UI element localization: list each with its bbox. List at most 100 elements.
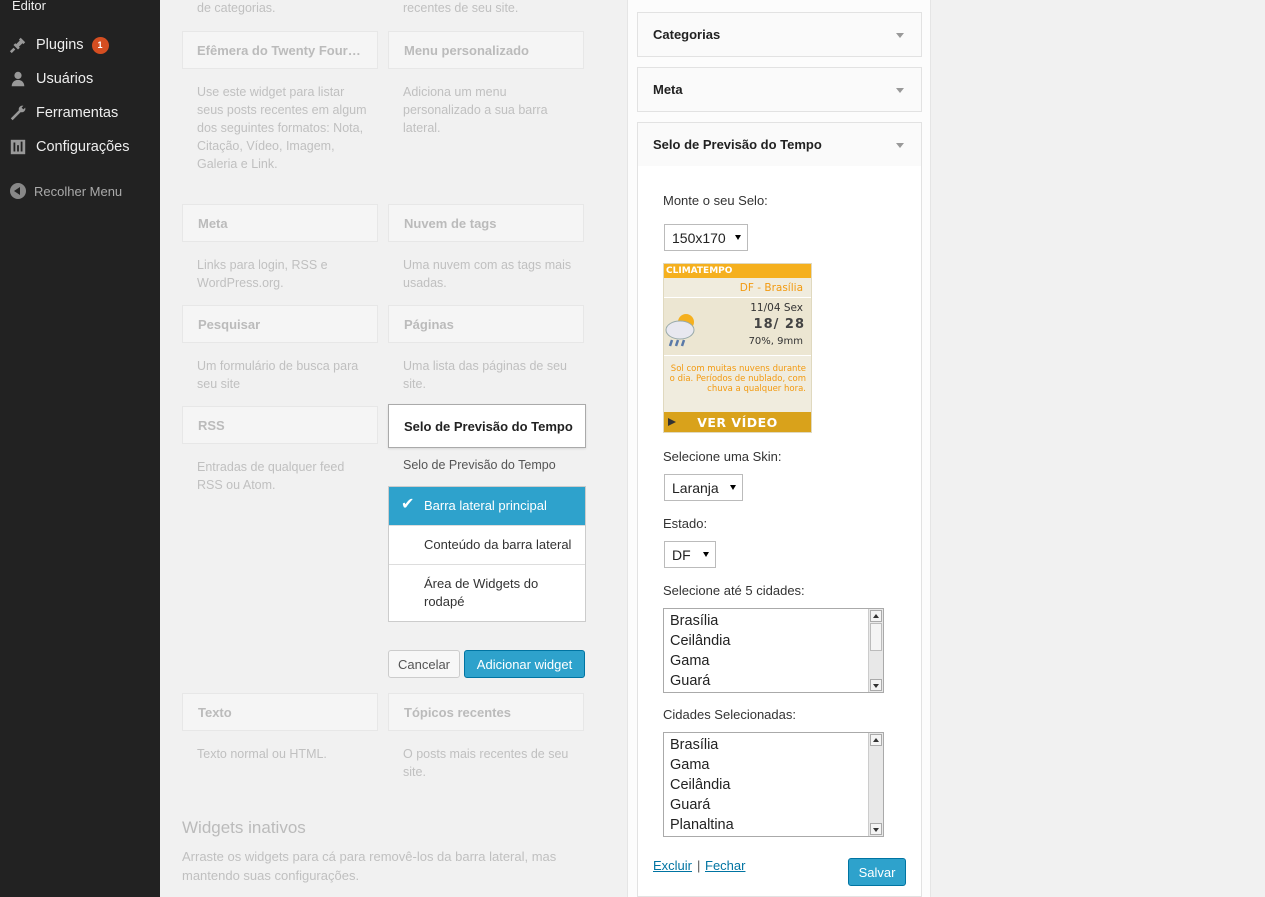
list-item[interactable]: Guará (664, 671, 883, 691)
widget-desc: recentes de seu site. (403, 1, 519, 15)
selected-cities-label: Cidades Selecionadas: (663, 707, 796, 722)
menu-editor-label[interactable]: Editor (12, 0, 46, 13)
scrollbar[interactable] (868, 733, 883, 836)
add-widget-button[interactable]: Adicionar widget (464, 650, 585, 678)
settings-icon (0, 138, 36, 156)
scroll-thumb[interactable] (870, 623, 882, 651)
skin-select[interactable]: Laranja (664, 474, 743, 501)
cities-label: Selecione até 5 cidades: (663, 583, 805, 598)
sidebar-widget-selo[interactable]: Selo de Previsão do Tempo (637, 122, 922, 167)
menu-item-settings[interactable]: Configurações (0, 130, 160, 164)
admin-menu: Editor Plugins 1 Usuários Ferramentas Co… (0, 0, 160, 897)
area-label: Conteúdo da barra lateral (424, 537, 572, 552)
size-select-value: 150x170 (672, 229, 726, 246)
widget-title: Nuvem de tags (404, 216, 497, 231)
widget-desc: Um formulário de busca para seu site (197, 359, 359, 391)
sidebar-widget-meta[interactable]: Meta (637, 67, 922, 112)
menu-item-label: Plugins (36, 37, 84, 53)
widget-title: Categorias (653, 27, 721, 42)
scroll-up-icon[interactable] (870, 610, 882, 622)
size-select[interactable]: 150x170 (664, 224, 748, 251)
selected-cities-listbox[interactable]: Brasília Gama Ceilândia Guará Planaltina (663, 732, 884, 837)
weather-city: DF - Brasília (664, 278, 811, 298)
weather-date: 11/04 Sex (750, 302, 803, 314)
chooser-area-item[interactable]: Conteúdo da barra lateral (389, 525, 585, 564)
weather-forecast: Sol com muitas nuvens durante o dia. Per… (669, 364, 806, 394)
video-label: VER VÍDEO (697, 415, 778, 430)
plugin-icon (0, 36, 36, 54)
chooser-area-item[interactable]: ✔ Barra lateral principal (389, 487, 585, 525)
list-item[interactable]: Planaltina (664, 815, 883, 835)
sidebar-widget-categorias[interactable]: Categorias (637, 12, 922, 57)
widget-desc: Texto normal ou HTML. (197, 747, 327, 761)
cities-listbox[interactable]: Brasília Ceilândia Gama Guará (663, 608, 884, 693)
skin-label: Selecione uma Skin: (663, 449, 782, 464)
list-item[interactable]: Ceilândia (664, 631, 883, 651)
watch-video-button[interactable]: VER VÍDEO (664, 412, 811, 432)
widget-desc: Use este widget para listar seus posts r… (197, 85, 367, 171)
size-label: Monte o seu Selo: (663, 193, 768, 208)
dropdown-caret-icon (703, 552, 709, 557)
widget-title: Meta (653, 82, 683, 97)
scroll-down-icon[interactable] (870, 823, 882, 835)
dropdown-caret-icon (735, 235, 741, 240)
state-select-value: DF (672, 546, 691, 563)
list-item[interactable]: Gama (664, 755, 883, 775)
widget-title: Texto (198, 705, 232, 720)
chooser-area-item[interactable]: Área de Widgets do rodapé (389, 564, 585, 621)
chooser-area-list: ✔ Barra lateral principal Conteúdo da ba… (388, 486, 586, 622)
widget-title: Tópicos recentes (404, 705, 511, 720)
widget-desc: Links para login, RSS e WordPress.org. (197, 258, 328, 290)
menu-item-users[interactable]: Usuários (0, 62, 160, 96)
delete-link[interactable]: Excluir (653, 858, 692, 873)
list-item[interactable]: Ceilândia (664, 775, 883, 795)
link-separator: | (697, 858, 701, 873)
checkmark-icon: ✔ (401, 496, 415, 513)
widget-title: Menu personalizado (404, 43, 529, 58)
widget-title: Páginas (404, 317, 454, 332)
list-item[interactable]: Guará (664, 795, 883, 815)
users-icon (0, 70, 36, 88)
chevron-down-icon[interactable] (896, 143, 904, 148)
play-icon (668, 418, 676, 426)
dropdown-caret-icon (730, 485, 736, 490)
weather-badge-preview: CLIMATEMPO DF - Brasília 11/04 Sex 18/ 2… (663, 263, 812, 433)
chooser-widget-title[interactable]: Selo de Previsão do Tempo (388, 404, 586, 448)
widget-title: Meta (198, 216, 228, 231)
widget-title: RSS (198, 418, 225, 433)
scrollbar[interactable] (868, 609, 883, 692)
skin-select-value: Laranja (672, 479, 719, 496)
close-link[interactable]: Fechar (705, 858, 745, 873)
widget-desc: Entradas de qualquer feed RSS ou Atom. (197, 460, 345, 492)
cancel-button[interactable]: Cancelar (388, 650, 460, 678)
list-item[interactable]: Brasília (664, 735, 883, 755)
widget-title: Pesquisar (198, 317, 261, 332)
menu-item-tools[interactable]: Ferramentas (0, 96, 160, 130)
menu-item-label: Ferramentas (36, 105, 119, 121)
widget-desc: O posts mais recentes de seu site. (403, 747, 569, 779)
widget-desc: Uma lista das páginas de seu site. (403, 359, 567, 391)
widget-desc: Uma nuvem com as tags mais usadas. (403, 258, 572, 290)
collapse-menu-button[interactable]: Recolher Menu (0, 178, 122, 204)
weather-temp: 18/ 28 (753, 317, 805, 332)
list-item[interactable]: Gama (664, 651, 883, 671)
collapse-icon (10, 183, 26, 199)
menu-item-label: Configurações (36, 139, 130, 155)
update-count-badge: 1 (91, 36, 109, 54)
chevron-down-icon[interactable] (896, 33, 904, 38)
menu-item-label: Usuários (36, 71, 94, 87)
menu-item-plugins[interactable]: Plugins 1 (0, 28, 160, 62)
cloud-sun-rain-icon (664, 308, 700, 358)
scroll-up-icon[interactable] (870, 734, 882, 746)
wrench-icon (0, 104, 36, 122)
area-label: Barra lateral principal (424, 498, 547, 513)
widget-desc: Adiciona um menu personalizado a sua bar… (403, 85, 548, 135)
chooser-widget-desc: Selo de Previsão do Tempo (403, 458, 556, 472)
state-select[interactable]: DF (664, 541, 716, 568)
scroll-down-icon[interactable] (870, 679, 882, 691)
chevron-down-icon[interactable] (896, 88, 904, 93)
area-label: Área de Widgets do rodapé (424, 576, 539, 609)
save-button[interactable]: Salvar (848, 858, 906, 886)
list-item[interactable]: Brasília (664, 611, 883, 631)
inactive-widgets-title: Widgets inativos (182, 818, 306, 837)
